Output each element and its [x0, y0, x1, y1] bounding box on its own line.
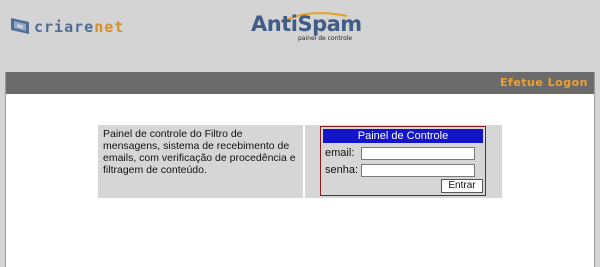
antispam-logo[interactable]: AntiSpam painel de controle	[251, 12, 371, 46]
antispam-title: AntiSpam	[251, 12, 362, 36]
antispam-title-part1: Anti	[251, 12, 298, 36]
email-field[interactable]	[361, 147, 475, 160]
email-label: email:	[325, 147, 355, 159]
criarenet-wordmark-part1: criare	[34, 18, 95, 36]
antispam-subtitle: painel de controle	[298, 35, 353, 42]
description-text: Painel de controle do Filtro de mensagen…	[103, 128, 296, 176]
password-label: senha:	[325, 164, 359, 176]
title-bar: Efetue Logon	[6, 72, 594, 94]
login-form: Painel de Controle email: senha: Entrar	[320, 126, 486, 196]
criarenet-wordmark-part2: net	[94, 18, 125, 36]
password-field[interactable]	[361, 164, 475, 177]
page-title: Efetue Logon	[500, 76, 588, 89]
criarenet-wordmark: criarenet	[34, 18, 124, 36]
submit-button[interactable]: Entrar	[441, 179, 483, 193]
main-panel: Efetue Logon Painel de controle do Filtr…	[5, 72, 595, 267]
criarenet-logo[interactable]: criarenet	[9, 14, 124, 42]
page-header: criarenet AntiSpam painel de controle	[0, 0, 600, 62]
column-divider	[303, 125, 305, 198]
antispam-title-part2: Spam	[297, 12, 362, 36]
criarenet-mark-icon	[11, 18, 29, 34]
login-form-header: Painel de Controle	[323, 129, 483, 143]
